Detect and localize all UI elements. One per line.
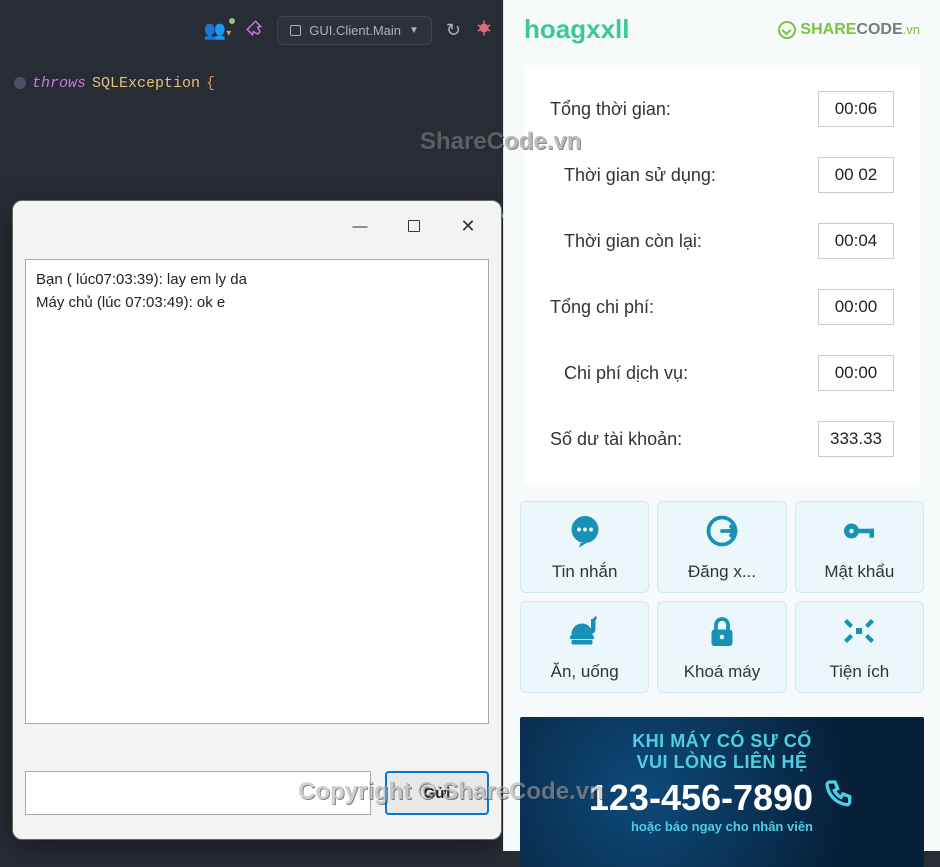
value-remain-time: 00:04: [818, 223, 894, 259]
action-grid: Tin nhắn Đăng x... Mật khẩu Ăn, uống Kho…: [504, 501, 940, 693]
chat-input-row: Gửi: [13, 771, 501, 815]
username-label: hoagxxll: [524, 14, 629, 45]
value-balance: 333.33: [818, 421, 894, 457]
action-password[interactable]: Mật khẩu: [795, 501, 924, 593]
run-config-selector[interactable]: GUI.Client.Main ▼: [277, 16, 432, 45]
lock-icon: [704, 613, 740, 654]
label-total-cost: Tổng chi phí:: [550, 297, 654, 318]
action-lock-label: Khoá máy: [684, 662, 761, 682]
reload-icon[interactable]: ↻: [446, 20, 461, 41]
value-total-cost: 00:00: [818, 289, 894, 325]
action-food-label: Ăn, uống: [551, 662, 619, 682]
action-logout[interactable]: Đăng x...: [657, 501, 786, 593]
chevron-down-icon: ▼: [409, 25, 419, 36]
label-used-time: Thời gian sử dụng:: [550, 165, 716, 186]
module-icon: [290, 25, 301, 36]
row-used-time: Thời gian sử dụng: 00 02: [550, 157, 894, 193]
action-utility-label: Tiện ích: [829, 662, 889, 682]
row-balance: Số dư tài khoản: 333.33: [550, 421, 894, 457]
banner-line1: KHI MÁY CÓ SỰ CỐ: [530, 731, 914, 752]
row-total-cost: Tổng chi phí: 00:00: [550, 289, 894, 325]
chat-input[interactable]: [25, 771, 371, 815]
bug-icon[interactable]: [475, 19, 493, 42]
client-header: hoagxxll SHARECODE.vn: [504, 0, 940, 55]
value-total-time: 00:06: [818, 91, 894, 127]
build-icon[interactable]: [245, 19, 263, 42]
message-icon: [567, 513, 603, 554]
client-panel: hoagxxll SHARECODE.vn Tổng thời gian: 00…: [503, 0, 940, 851]
key-icon: [841, 513, 877, 554]
action-password-label: Mật khẩu: [824, 562, 894, 582]
banner-line2: VUI LÒNG LIÊN HỆ: [530, 752, 914, 773]
label-remain-time: Thời gian còn lại:: [550, 231, 702, 252]
run-config-label: GUI.Client.Main: [309, 23, 401, 38]
type-sqlexception: SQLException: [92, 75, 200, 92]
sharecode-logo: SHARECODE.vn: [778, 21, 920, 39]
send-button[interactable]: Gửi: [385, 771, 489, 815]
logo-icon: [778, 21, 796, 39]
action-lock[interactable]: Khoá máy: [657, 601, 786, 693]
banner-phone: 123-456-7890: [530, 777, 914, 819]
action-message[interactable]: Tin nhắn: [520, 501, 649, 593]
label-service-cost: Chi phí dịch vụ:: [550, 363, 688, 384]
row-remain-time: Thời gian còn lại: 00:04: [550, 223, 894, 259]
code-line: throws SQLException {: [0, 70, 503, 96]
info-card: Tổng thời gian: 00:06 Thời gian sử dụng:…: [524, 65, 920, 485]
keyword-throws: throws: [32, 75, 86, 92]
logout-icon: [704, 513, 740, 554]
row-service-cost: Chi phí dịch vụ: 00:00: [550, 355, 894, 391]
label-total-time: Tổng thời gian:: [550, 99, 671, 120]
action-logout-label: Đăng x...: [688, 562, 756, 582]
dialog-titlebar[interactable]: — ✕: [13, 201, 501, 251]
chat-dialog: — ✕ Bạn ( lúc07:03:39): lay em ly da Máy…: [12, 200, 502, 840]
food-icon: [567, 613, 603, 654]
fold-gutter-icon[interactable]: [14, 77, 26, 89]
tools-icon: [841, 613, 877, 654]
action-utility[interactable]: Tiện ích: [795, 601, 924, 693]
row-total-time: Tổng thời gian: 00:06: [550, 91, 894, 127]
chat-log[interactable]: Bạn ( lúc07:03:39): lay em ly da Máy chủ…: [25, 259, 489, 724]
open-brace: {: [206, 75, 215, 92]
banner-line3: hoặc báo ngay cho nhân viên: [530, 819, 914, 834]
action-message-label: Tin nhắn: [552, 562, 618, 582]
value-service-cost: 00:00: [818, 355, 894, 391]
support-banner: KHI MÁY CÓ SỰ CỐ VUI LÒNG LIÊN HỆ 123-45…: [520, 717, 924, 867]
chat-body: Bạn ( lúc07:03:39): lay em ly da Máy chủ…: [13, 251, 501, 771]
label-balance: Số dư tài khoản:: [550, 429, 682, 450]
ide-toolbar: 👥▾ GUI.Client.Main ▼ ↻: [0, 0, 503, 60]
minimize-button[interactable]: —: [333, 206, 387, 246]
action-food[interactable]: Ăn, uống: [520, 601, 649, 693]
maximize-button[interactable]: [387, 206, 441, 246]
users-icon[interactable]: 👥▾: [204, 20, 231, 41]
close-button[interactable]: ✕: [441, 206, 495, 246]
value-used-time: 00 02: [818, 157, 894, 193]
code-editor[interactable]: a throws SQLException { A1 u: [0, 60, 503, 96]
phone-icon: [823, 777, 855, 819]
